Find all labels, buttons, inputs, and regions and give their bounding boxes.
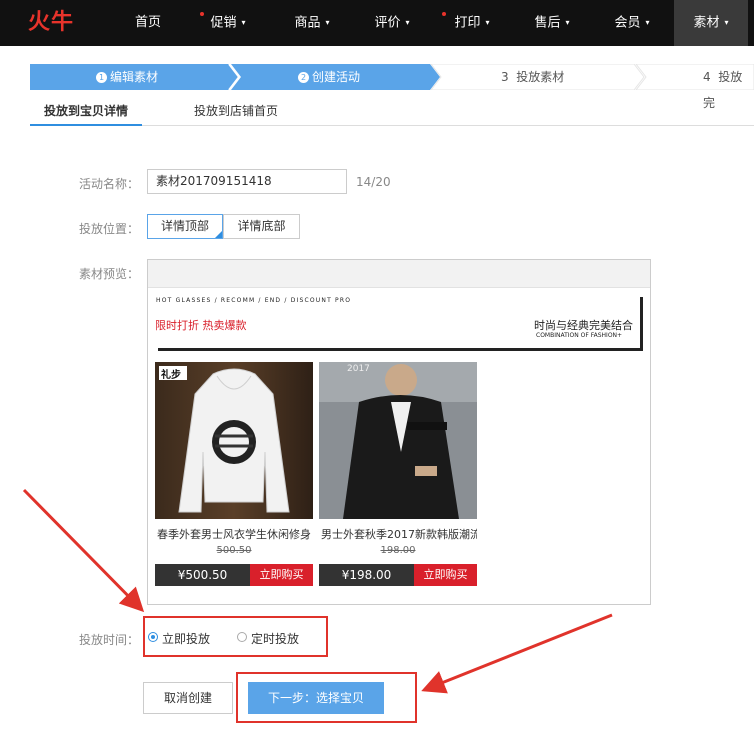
nav-label: 打印 [454, 15, 481, 31]
product-image: 2017 [319, 362, 477, 519]
banner-slogan: 时尚与经典完美结合 [534, 319, 633, 332]
nav-item-member[interactable]: 会员 ▾ [596, 0, 668, 46]
next-button[interactable]: 下一步：选择宝贝 [248, 682, 384, 714]
step-number-icon: 1 [96, 72, 107, 83]
release-time-label: 投放时间： [79, 633, 140, 647]
nav-item-material[interactable]: 素材 ▾ [674, 0, 748, 46]
step-number: 3 [501, 70, 509, 84]
tab-shop-home[interactable]: 投放到店铺首页 [194, 100, 284, 126]
product-image: 礼步 [155, 362, 313, 519]
arrow-to-time [22, 488, 145, 613]
product-original-price: 500.50 [216, 545, 252, 556]
nav-label: 售后 [534, 15, 561, 31]
chevron-down-icon: ▾ [241, 18, 246, 27]
banner-promo-text: 限时打折 热卖爆款 [155, 319, 247, 332]
nav-label: 首页 [134, 15, 161, 30]
chevron-down-icon: ▾ [565, 18, 570, 27]
brand-tag: 2017 [347, 364, 370, 374]
nav-label: 促销 [210, 15, 237, 31]
step-label: 编辑素材 [110, 70, 159, 84]
banner-slogan-en: COMBINATION OF FASHION+ [536, 332, 623, 339]
scheduled-label[interactable]: 定时投放 [251, 630, 299, 647]
scheduled-radio[interactable] [237, 632, 247, 642]
step-label: 投放素材 [516, 70, 565, 84]
step-label: 创建活动 [312, 70, 361, 84]
product-price: ¥500.50 [155, 564, 250, 586]
activity-name-label: 活动名称： [79, 177, 140, 191]
nav-label: 素材 [693, 15, 720, 31]
preview-header [148, 260, 650, 288]
buy-now-button[interactable]: 立即购买 [250, 564, 313, 586]
new-dot [200, 12, 204, 16]
position-bottom-button[interactable]: 详情底部 [223, 214, 300, 239]
step-number-icon: 2 [298, 72, 309, 83]
nav-item-print[interactable]: 打印 ▾ [436, 0, 508, 46]
step-3: 3 投放素材 [501, 64, 564, 90]
step-4: 4 投放完 [703, 64, 754, 110]
product-name: 男士外套秋季2017新款韩版潮流 [321, 528, 477, 541]
chevron-down-icon: ▾ [724, 18, 729, 27]
price-bar: ¥198.00 立即购买 [319, 564, 477, 586]
banner-tagline: HOT GLASSES / RECOMM / END / DISCOUNT PR… [156, 297, 352, 304]
nav-label: 评价 [374, 15, 401, 31]
position-option-label: 详情底部 [237, 219, 286, 233]
tab-item-detail[interactable]: 投放到宝贝详情 [30, 100, 142, 126]
product-price: ¥198.00 [319, 564, 414, 586]
cancel-button[interactable]: 取消创建 [143, 682, 233, 714]
placement-tabs: 投放到宝贝详情 投放到店铺首页 [30, 100, 754, 126]
immediate-radio[interactable] [148, 632, 158, 642]
nav-item-promotion[interactable]: 促销 ▾ [192, 0, 264, 46]
top-nav: 火牛 首页 促销 ▾ 商品 ▾ 评价 ▾ 打印 ▾ 售后 ▾ 会员 ▾ 素材 ▾ [0, 0, 754, 46]
nav-label: 商品 [294, 15, 321, 31]
white-jacket-image [155, 362, 313, 519]
price-bar: ¥500.50 立即购买 [155, 564, 313, 586]
product-original-price: 198.00 [380, 545, 416, 556]
chevron-down-icon: ▾ [325, 18, 330, 27]
position-option-label: 详情顶部 [160, 219, 209, 233]
chevron-down-icon: ▾ [645, 18, 650, 27]
nav-item-aftersale[interactable]: 售后 ▾ [516, 0, 588, 46]
nav-item-review[interactable]: 评价 ▾ [356, 0, 428, 46]
char-counter: 14/20 [356, 175, 391, 189]
new-dot [442, 12, 446, 16]
chevron-down-icon: ▾ [405, 18, 410, 27]
step-number: 4 [703, 70, 711, 84]
activity-name-input[interactable]: 素材201709151418 [147, 169, 347, 194]
nav-label: 会员 [614, 15, 641, 31]
nav-item-goods[interactable]: 商品 ▾ [276, 0, 348, 46]
material-preview: HOT GLASSES / RECOMM / END / DISCOUNT PR… [147, 259, 651, 605]
position-label: 投放位置： [79, 222, 140, 236]
product-name: 春季外套男士风衣学生休闲修身 [157, 528, 311, 541]
chevron-down-icon: ▾ [485, 18, 490, 27]
brand-tag: 礼步 [161, 370, 181, 381]
arrow-to-next [421, 613, 613, 694]
step-2: 2 创建活动 [298, 64, 360, 90]
position-top-button[interactable]: 详情顶部 [147, 214, 223, 239]
selected-corner-icon [215, 231, 222, 238]
step-1: 1 编辑素材 [96, 64, 158, 90]
nav-item-home[interactable]: 首页 [120, 0, 176, 46]
black-jacket-image [319, 362, 477, 519]
immediate-label[interactable]: 立即投放 [162, 630, 210, 647]
logo[interactable]: 火牛 [28, 8, 88, 38]
buy-now-button[interactable]: 立即购买 [414, 564, 477, 586]
preview-label: 素材预览： [79, 267, 140, 281]
step-indicator: 1 编辑素材 2 创建活动 3 投放素材 4 投放完 [30, 64, 754, 110]
